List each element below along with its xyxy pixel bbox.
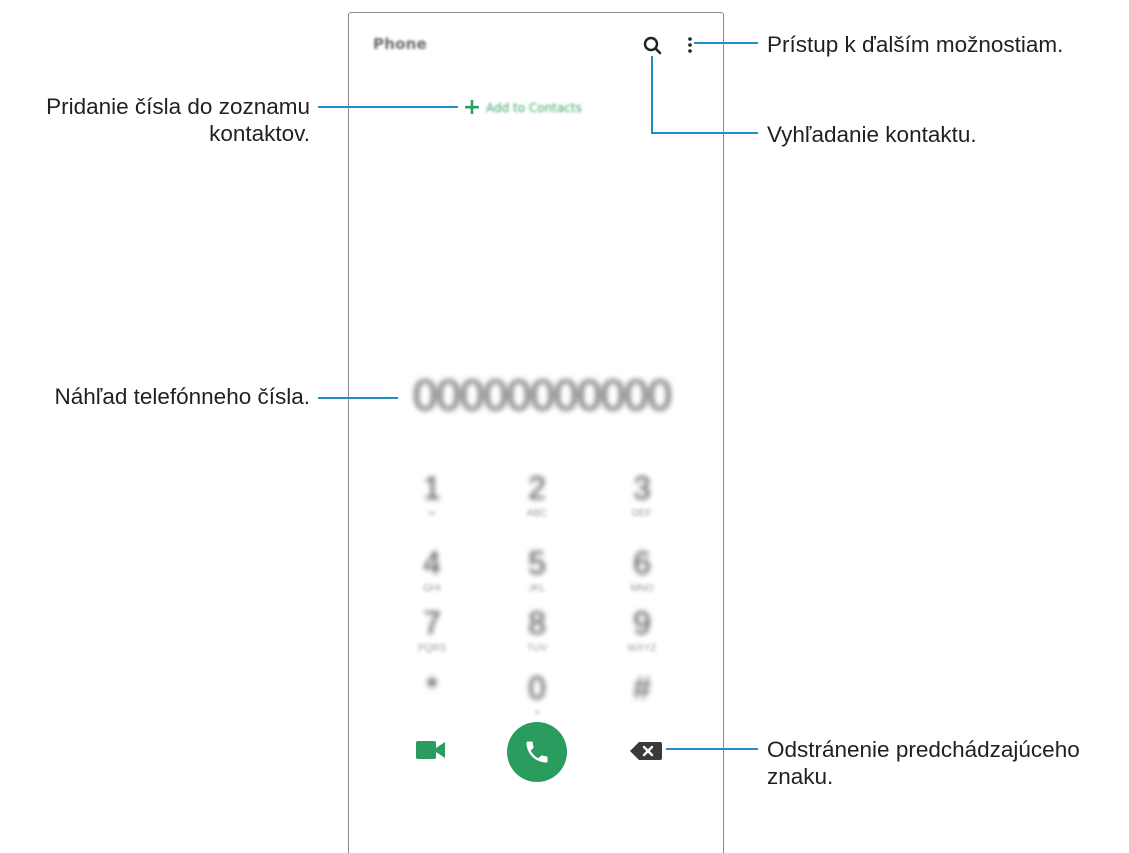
- search-button[interactable]: [642, 35, 664, 57]
- phone-screen: Phone + Add to Contacts 00000000000 1 ∞ …: [348, 12, 724, 853]
- search-icon: [643, 36, 662, 55]
- callout-line-number-preview: [318, 397, 398, 399]
- key-6[interactable]: 6 MNO: [602, 543, 682, 607]
- more-vert-icon: [688, 37, 692, 53]
- callout-line-search-h: [651, 132, 758, 134]
- callout-line-add-contacts: [318, 106, 458, 108]
- phone-number-preview: 00000000000: [412, 371, 672, 420]
- key-5[interactable]: 5 JKL: [497, 543, 577, 607]
- video-call-button[interactable]: [413, 737, 449, 763]
- key-9[interactable]: 9 WXYZ: [602, 603, 682, 667]
- key-7[interactable]: 7 PQRS: [392, 603, 472, 667]
- plus-icon: +: [462, 95, 482, 120]
- callout-line-delete: [666, 748, 758, 750]
- call-button[interactable]: [507, 722, 567, 782]
- callout-add-contacts: Pridanie čísla do zoznamu kontaktov.: [46, 94, 310, 146]
- callout-search: Vyhľadanie kontaktu.: [767, 122, 977, 147]
- callout-number-preview: Náhľad telefónneho čísla.: [54, 384, 311, 409]
- callout-delete: Odstránenie predchádzajúceho znaku.: [767, 737, 1080, 789]
- add-to-contacts-button[interactable]: + Add to Contacts: [462, 96, 582, 120]
- more-options-button[interactable]: [685, 33, 695, 57]
- key-4[interactable]: 4 GHI: [392, 543, 472, 607]
- key-hash[interactable]: #: [602, 668, 682, 732]
- callout-more-options: Prístup k ďalším možnostiam.: [767, 32, 1064, 57]
- app-title: Phone: [373, 35, 427, 53]
- phone-icon: [526, 741, 548, 763]
- key-8[interactable]: 8 TUV: [497, 603, 577, 667]
- video-call-icon: [416, 741, 445, 759]
- key-2[interactable]: 2 ABC: [497, 468, 577, 532]
- add-to-contacts-label: Add to Contacts: [486, 101, 582, 115]
- key-1[interactable]: 1 ∞: [392, 468, 472, 532]
- callout-line-more: [694, 42, 758, 44]
- backspace-button[interactable]: [629, 740, 663, 762]
- callout-line-search-v: [651, 56, 653, 134]
- key-star[interactable]: *: [392, 668, 472, 732]
- key-3[interactable]: 3 DEF: [602, 468, 682, 532]
- backspace-icon: [630, 742, 662, 760]
